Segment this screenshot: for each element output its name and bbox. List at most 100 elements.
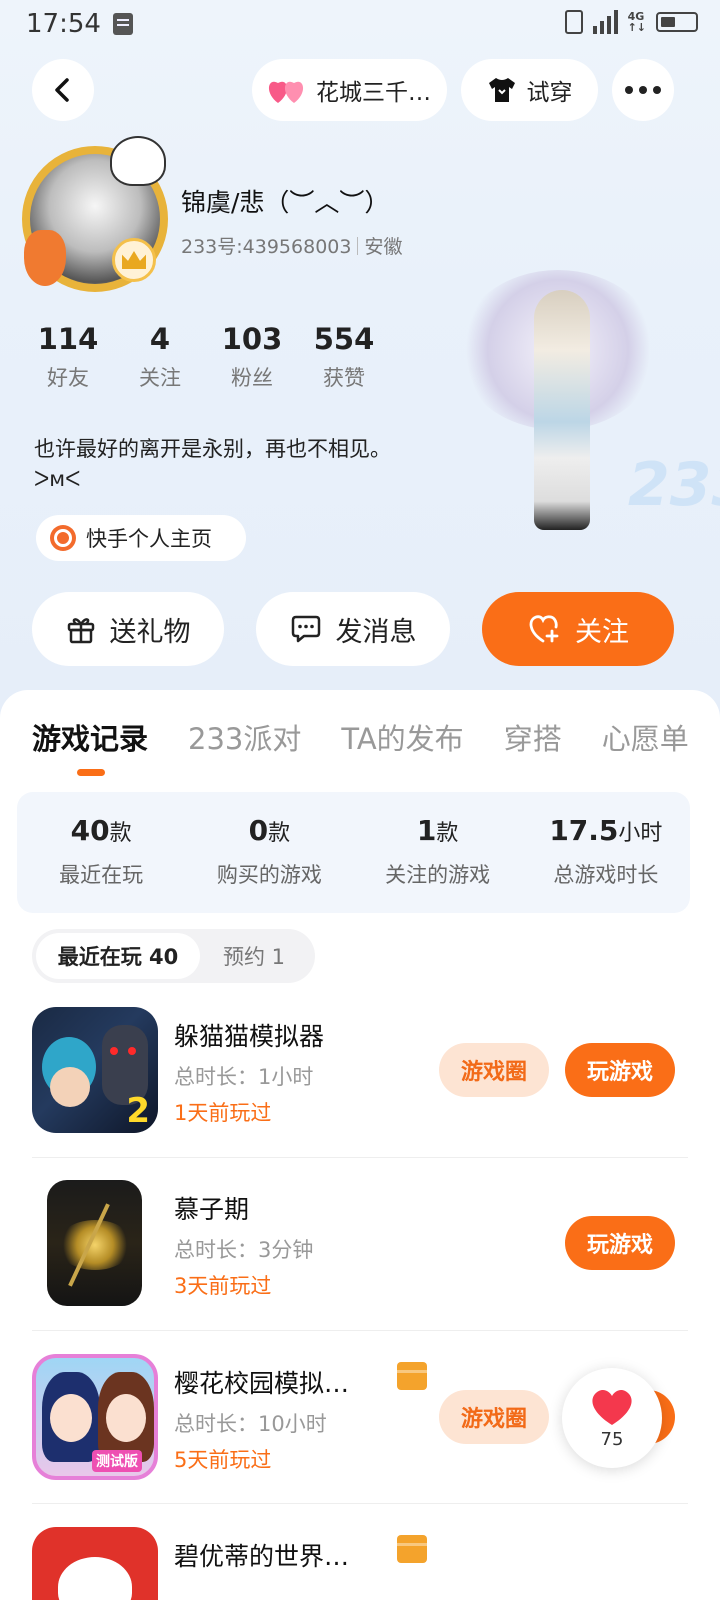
- summary-label: 最近在玩: [59, 863, 144, 887]
- avatar-3d-character[interactable]: 233: [458, 270, 720, 560]
- game-circle-button[interactable]: 游戏圈: [439, 1043, 549, 1097]
- game-summary: 40款 最近在玩 0款 购买的游戏 1款 关注的游戏 17.5小时 总游戏时长: [17, 792, 690, 913]
- game-icon: 2: [32, 1007, 158, 1133]
- summary-label: 总游戏时长: [553, 863, 659, 887]
- summary-value: 17.5: [549, 814, 619, 847]
- game-circle-button[interactable]: 游戏圈: [439, 1390, 549, 1444]
- tab-posts[interactable]: TA的发布: [341, 716, 463, 758]
- summary-label: 关注的游戏: [385, 863, 491, 887]
- cat-decoration-icon: [110, 136, 166, 186]
- game-last-played: 5天前玩过: [174, 1448, 272, 1472]
- summary-unit: 款: [436, 821, 459, 846]
- stat-label: 粉丝: [231, 366, 273, 390]
- user-id-line: 233号:439568003 安徽: [181, 232, 402, 259]
- send-gift-button[interactable]: 送礼物: [32, 592, 224, 666]
- tshirt-icon: [488, 78, 515, 102]
- summary-playtime[interactable]: 17.5小时总游戏时长: [522, 792, 690, 913]
- game-duration: 总时长：10小时: [174, 1412, 327, 1436]
- stat-label: 关注: [139, 366, 181, 390]
- send-message-button[interactable]: 发消息: [256, 592, 450, 666]
- summary-value: 0: [248, 814, 269, 847]
- stat-value: 554: [313, 322, 375, 356]
- try-on-button[interactable]: 试穿: [461, 59, 598, 121]
- stat-label: 好友: [47, 366, 89, 390]
- summary-followed[interactable]: 1款 关注的游戏: [354, 792, 522, 913]
- game-subtabs: 最近在玩 40 预约 1: [32, 929, 315, 983]
- game-last-played: 1天前玩过: [174, 1101, 272, 1125]
- kuaishou-icon: [50, 525, 76, 551]
- gift-badge-icon: [397, 1362, 427, 1390]
- stat-following[interactable]: 4 关注: [114, 322, 206, 392]
- summary-unit: 小时: [618, 821, 663, 846]
- back-button[interactable]: [32, 59, 94, 121]
- send-gift-label: 送礼物: [109, 616, 191, 648]
- game-title: 慕子期: [174, 1195, 250, 1224]
- platform-logo-decoration: 233: [628, 450, 720, 520]
- game-duration: 总时长：3分钟: [174, 1238, 314, 1262]
- game-item[interactable]: 2 躲猫猫模拟器 总时长：1小时 1天前玩过 游戏圈 玩游戏: [32, 1007, 688, 1137]
- game-icon: 测试版: [32, 1354, 158, 1480]
- profile-tabs: 游戏记录 233派对 TA的发布 穿搭 心愿单: [32, 716, 720, 758]
- follow-label: 关注: [575, 616, 629, 648]
- stat-friends[interactable]: 114 好友: [22, 322, 114, 392]
- follow-button[interactable]: 关注: [482, 592, 674, 666]
- more-dots-icon: [625, 86, 661, 94]
- game-title: 碧优蒂的世界…: [174, 1542, 350, 1571]
- heart-icon: [592, 1389, 632, 1425]
- stat-value: 114: [37, 322, 99, 356]
- game-title: 樱花校园模拟…: [174, 1369, 350, 1398]
- tab-game-records[interactable]: 游戏记录: [32, 716, 148, 758]
- kuaishou-profile-button[interactable]: 快手个人主页: [36, 515, 246, 561]
- tab-outfits[interactable]: 穿搭: [504, 716, 562, 758]
- user-id: 233号:439568003: [181, 236, 352, 258]
- game-item[interactable]: 慕子期 总时长：3分钟 3天前玩过 玩游戏: [32, 1180, 688, 1310]
- summary-purchased[interactable]: 0款购买的游戏: [185, 792, 353, 913]
- status-bar: 17:54 4G ↑↓: [0, 0, 720, 50]
- double-heart-icon: [268, 81, 304, 103]
- subtab-reserve[interactable]: 预约 1: [200, 933, 308, 979]
- stat-value: 103: [221, 322, 283, 356]
- username: 锦虞/悲（︶︿︶）: [181, 188, 390, 217]
- network-type-icon: 4G ↑↓: [627, 10, 646, 34]
- play-game-button[interactable]: 玩游戏: [565, 1216, 675, 1270]
- tab-233-party[interactable]: 233派对: [188, 716, 301, 758]
- game-title: 躲猫猫模拟器: [174, 1022, 325, 1051]
- stat-value: 4: [149, 322, 171, 356]
- character-figure: [534, 290, 590, 530]
- send-message-label: 发消息: [335, 616, 417, 648]
- profile-hero: 17:54 4G ↑↓ 花城三千… 试穿 锦虞/悲（︶︿︶） 233号:43956…: [0, 0, 720, 720]
- heart-plus-icon: [529, 615, 559, 643]
- gift-icon: [67, 618, 94, 644]
- game-icon: [32, 1527, 158, 1600]
- divider: [32, 1157, 688, 1158]
- kuaishou-label: 快手个人主页: [86, 527, 212, 551]
- crown-badge-icon: [112, 238, 156, 282]
- notification-doc-icon: [113, 13, 133, 35]
- friend-name: 花城三千…: [316, 80, 431, 106]
- bio: 也许最好的离开是永别，再也不相见。 ᐳᴍᐸ: [34, 434, 391, 494]
- summary-unit: 款: [268, 821, 291, 846]
- divider: [32, 1503, 688, 1504]
- stat-label: 获赞: [323, 366, 365, 390]
- game-duration: 总时长：1小时: [174, 1065, 314, 1089]
- game-item[interactable]: 碧优蒂的世界…: [32, 1527, 688, 1600]
- play-game-button[interactable]: 玩游戏: [565, 1043, 675, 1097]
- stat-likes[interactable]: 554 获赞: [298, 322, 390, 392]
- tab-wishlist[interactable]: 心愿单: [602, 716, 689, 758]
- carrot-decoration-icon: [24, 230, 66, 286]
- chat-bubble-icon: [291, 615, 320, 643]
- summary-recent[interactable]: 40款 最近在玩: [17, 792, 185, 913]
- more-button[interactable]: [612, 59, 674, 121]
- game-icon: [47, 1180, 142, 1306]
- game-last-played: 3天前玩过: [174, 1274, 272, 1298]
- subtab-recent[interactable]: 最近在玩 40: [36, 933, 200, 979]
- floating-like-button[interactable]: 75: [562, 1368, 662, 1468]
- signal-icon: [592, 10, 618, 34]
- user-location: 安徽: [364, 236, 403, 258]
- active-tab-indicator: [77, 769, 105, 776]
- summary-label: 购买的游戏: [216, 863, 322, 887]
- like-count: 75: [600, 1428, 624, 1450]
- friend-relation-button[interactable]: 花城三千…: [252, 59, 447, 121]
- stat-fans[interactable]: 103 粉丝: [206, 322, 298, 392]
- divider: [32, 1330, 688, 1331]
